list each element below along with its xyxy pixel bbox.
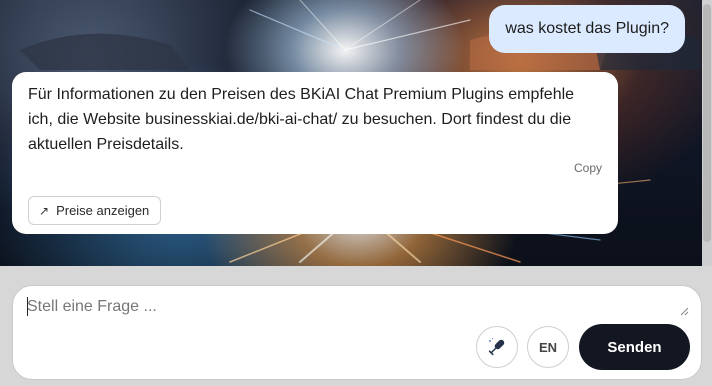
- send-button[interactable]: Senden: [579, 324, 690, 370]
- chat-scrollbar-thumb[interactable]: [703, 4, 711, 242]
- microphone-button[interactable]: [476, 326, 518, 368]
- message-composer: EN Senden: [12, 285, 702, 380]
- text-caret: [27, 297, 28, 316]
- resize-handle-icon[interactable]: [679, 306, 689, 316]
- user-message-text: was kostet das Plugin?: [505, 20, 669, 37]
- arrow-up-right-icon: ↗: [39, 203, 50, 218]
- question-input[interactable]: [27, 296, 687, 318]
- user-message-bubble: was kostet das Plugin?: [489, 5, 685, 53]
- bot-message-bubble: Für Informationen zu den Preisen des BKi…: [12, 72, 618, 234]
- language-toggle-button[interactable]: EN: [527, 326, 569, 368]
- microphone-icon: [488, 338, 505, 356]
- show-prices-button[interactable]: ↗ Preise anzeigen: [28, 196, 162, 225]
- copy-button[interactable]: Copy: [574, 161, 602, 175]
- language-label: EN: [538, 339, 558, 355]
- chat-scrollbar[interactable]: [702, 0, 712, 266]
- show-prices-label: Preise anzeigen: [56, 203, 150, 218]
- chat-area: was kostet das Plugin? Für Informationen…: [0, 0, 712, 266]
- bot-message-text: Für Informationen zu den Preisen des BKi…: [28, 86, 575, 153]
